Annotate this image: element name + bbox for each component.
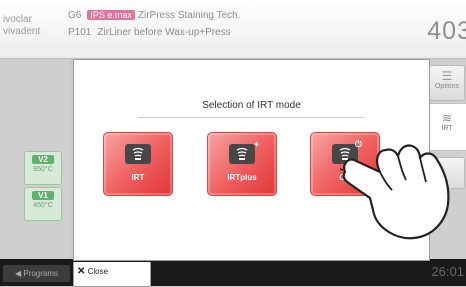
irtplus-icon: + <box>229 139 259 164</box>
program-title: ZirLiner before Wax-up+Press <box>97 27 231 38</box>
program-material-row: G6 IPS e.max ZirPress Staining Tech. <box>68 10 241 21</box>
programs-button[interactable]: ◀ Programs <box>3 265 70 282</box>
standby-label: V1 <box>32 191 54 200</box>
standby-value: 450°C <box>33 202 53 209</box>
logo-line1: ivoclar <box>3 14 32 25</box>
program-number: P101 <box>68 27 92 38</box>
close-bar: ✕ Close <box>73 262 151 287</box>
title-divider <box>138 117 365 118</box>
standby-value: 950°C <box>33 166 53 173</box>
dialog-title: Selection of IRT mode <box>202 100 301 111</box>
program-title-row: P101 ZirLiner before Wax-up+Press <box>68 27 231 38</box>
standby-button-v1[interactable]: V1 450°C <box>24 187 62 221</box>
standby-button-v2[interactable]: V2 950°C <box>24 151 62 185</box>
footer-bar: ◀ Programs 26:01 <box>0 259 466 286</box>
mode-label: IRT <box>131 173 145 182</box>
ivoclar-logo: ivoclar vivadent <box>3 14 67 42</box>
temperature-display: 403 <box>427 17 466 45</box>
left-panel: V2 950°C V1 450°C <box>0 59 70 259</box>
irt-icon <box>125 144 151 164</box>
irt-icon: ≋ <box>441 111 453 125</box>
close-label: Close <box>87 267 109 276</box>
header-bar: ivoclar vivadent G6 IPS e.max ZirPress Sta… <box>0 0 466 59</box>
program-group: G6 <box>68 10 82 21</box>
close-button[interactable]: ✕ Close <box>77 266 108 277</box>
plus-icon: + <box>253 139 259 149</box>
time-display: 26:01 <box>431 264 464 279</box>
material-name: ZirPress Staining Tech. <box>137 10 241 21</box>
logo-line2: vivadent <box>3 26 41 37</box>
pointing-hand-icon <box>340 144 450 240</box>
close-icon: ✕ <box>77 266 86 277</box>
options-button[interactable]: ☰ Options <box>429 65 465 101</box>
material-badge: IPS e.max <box>87 10 135 20</box>
irtplus-mode-button[interactable]: + IRTplus <box>207 132 277 196</box>
irt-mode-button[interactable]: IRT <box>103 132 173 196</box>
options-icon: ☰ <box>441 69 453 83</box>
options-label: Options <box>434 83 460 90</box>
mode-label: IRTplus <box>227 173 257 182</box>
standby-label: V2 <box>32 155 54 164</box>
